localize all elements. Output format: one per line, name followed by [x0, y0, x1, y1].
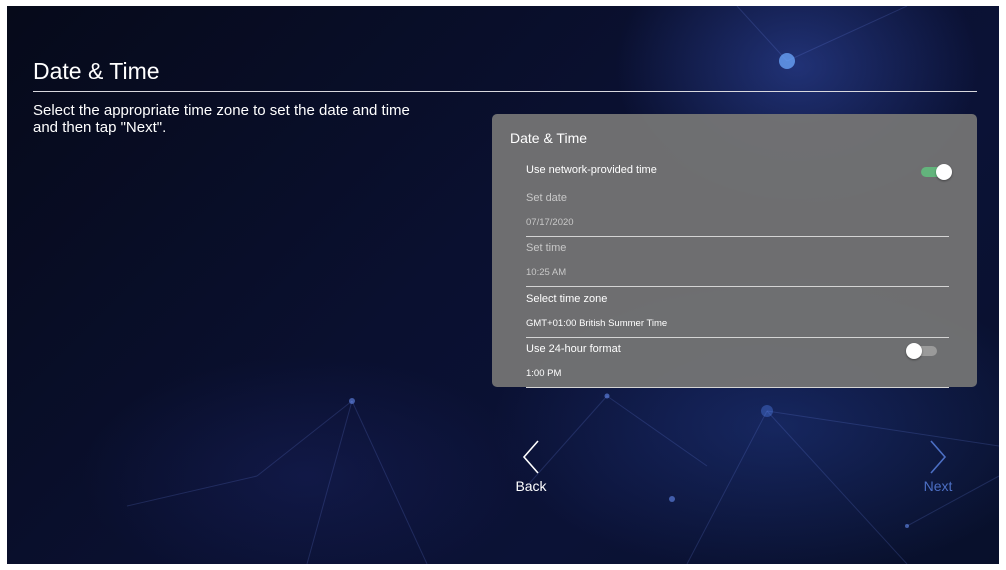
set-time-value: 10:25 AM	[526, 267, 567, 278]
hour-format-toggle[interactable]	[906, 343, 937, 359]
network-time-label: Use network-provided time	[526, 164, 657, 176]
chevron-left-icon	[522, 440, 539, 474]
time-zone-setting[interactable]: Select time zone GMT+01:00 British Summe…	[526, 293, 949, 339]
instruction-text: Select the appropriate time zone to set …	[33, 102, 410, 136]
chevron-right-icon	[930, 440, 947, 474]
time-zone-value: GMT+01:00 British Summer Time	[526, 318, 668, 329]
set-time-label: Set time	[526, 242, 567, 254]
toggle-knob	[906, 343, 922, 359]
set-date-label: Set date	[526, 192, 567, 204]
setup-screen: Date & Time Select the appropriate time …	[7, 6, 999, 564]
next-button[interactable]: Next	[908, 439, 968, 494]
back-button[interactable]: Back	[501, 439, 561, 494]
date-time-settings-panel: Date & Time Use network-provided time Se…	[492, 114, 977, 389]
network-time-setting[interactable]: Use network-provided time	[526, 164, 952, 184]
title-divider	[33, 91, 977, 92]
page-title: Date & Time	[33, 58, 160, 84]
next-label: Next	[923, 478, 953, 494]
hour-format-value: 1:00 PM	[526, 368, 562, 379]
setting-divider	[526, 337, 949, 338]
panel-title: Date & Time	[510, 130, 588, 146]
setting-divider	[526, 387, 949, 388]
back-label: Back	[515, 478, 547, 494]
time-zone-label: Select time zone	[526, 293, 608, 305]
hour-format-label: Use 24-hour format	[526, 343, 621, 355]
toggle-knob	[936, 164, 952, 180]
set-time-setting[interactable]: Set time 10:25 AM	[526, 242, 949, 288]
set-date-value: 07/17/2020	[526, 217, 574, 228]
network-time-toggle[interactable]	[921, 164, 952, 180]
setting-divider	[526, 286, 949, 287]
hour-format-setting[interactable]: Use 24-hour format 1:00 PM	[526, 343, 949, 389]
setting-divider	[526, 236, 949, 237]
set-date-setting[interactable]: Set date 07/17/2020	[526, 192, 949, 238]
